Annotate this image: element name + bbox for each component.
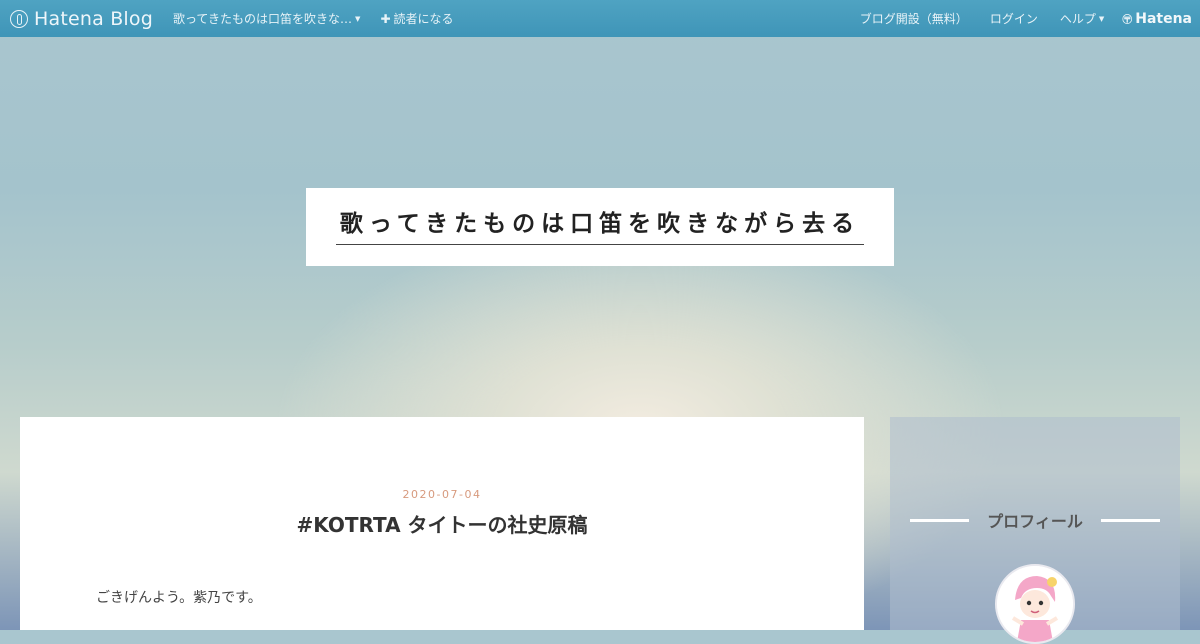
hatena-logo[interactable]: 〶 Hatena bbox=[1122, 11, 1192, 27]
post-body-text: ごきげんよう。紫乃です。 bbox=[96, 590, 262, 606]
brand-name: Hatena Blog bbox=[34, 7, 153, 30]
hatena-blog-icon bbox=[10, 9, 28, 28]
help-label: ヘルプ bbox=[1059, 12, 1096, 26]
blog-title[interactable]: 歌ってきたものは口笛を吹きながら去る bbox=[336, 204, 864, 245]
blog-menu-label: 歌ってきたものは口笛を吹きな… bbox=[173, 12, 353, 26]
help-dropdown[interactable]: ヘルプ ▼ bbox=[1060, 10, 1104, 27]
profile-heading-label: プロフィール bbox=[987, 512, 1083, 531]
hatena-logo-label: Hatena bbox=[1135, 10, 1192, 27]
login-link[interactable]: ログイン bbox=[990, 10, 1038, 27]
sidebar: プロフィール bbox=[890, 417, 1180, 644]
profile-heading: プロフィール bbox=[910, 508, 1160, 532]
hatena-blog-logo[interactable]: Hatena Blog bbox=[10, 8, 153, 30]
open-blog-link[interactable]: ブログ開設（無料） bbox=[860, 10, 968, 27]
post-date[interactable]: 2020-07-04 bbox=[20, 488, 864, 501]
subscribe-label: 読者になる bbox=[393, 12, 454, 26]
global-header: Hatena Blog 歌ってきたものは口笛を吹きな… ▼ ✚ 読者になる ブログ開… bbox=[0, 0, 1200, 37]
hatena-mark-icon: 〶 bbox=[1122, 15, 1133, 26]
heading-divider bbox=[1100, 518, 1160, 522]
heading-divider bbox=[910, 518, 970, 522]
post-title[interactable]: #KOTRTA タイトーの社史原稿 bbox=[20, 509, 864, 538]
main-content: 2020-07-04 #KOTRTA タイトーの社史原稿 ごきげんよう。紫乃です… bbox=[20, 417, 864, 630]
caret-down-icon: ▼ bbox=[355, 15, 361, 23]
avatar-illustration-icon bbox=[997, 566, 1073, 642]
profile-avatar[interactable] bbox=[995, 564, 1075, 644]
plus-icon: ✚ bbox=[380, 12, 391, 26]
caret-down-icon: ▼ bbox=[1098, 15, 1105, 23]
subscribe-button[interactable]: ✚ 読者になる bbox=[380, 10, 453, 27]
blog-menu-dropdown[interactable]: 歌ってきたものは口笛を吹きな… ▼ bbox=[173, 10, 360, 27]
blog-title-box: 歌ってきたものは口笛を吹きながら去る bbox=[306, 188, 894, 266]
